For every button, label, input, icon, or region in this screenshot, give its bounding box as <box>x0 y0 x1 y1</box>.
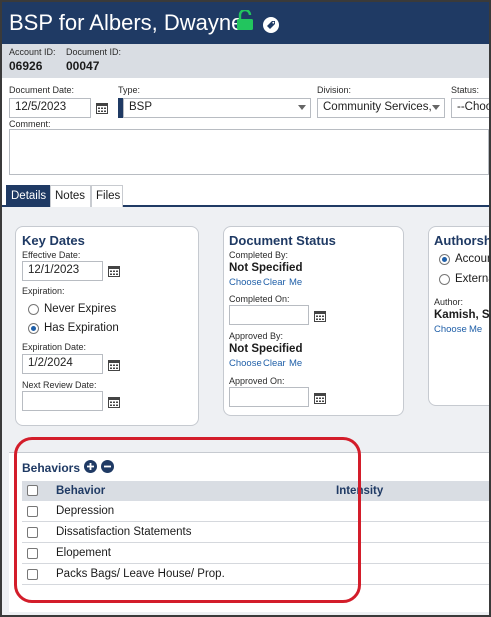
row-checkbox[interactable] <box>27 548 38 559</box>
page-title: BSP for Albers, Dwayne <box>9 10 244 35</box>
approved-on-label: Approved On: <box>229 376 285 386</box>
approved-by-label: Approved By: <box>229 331 284 341</box>
tab-details[interactable]: Details <box>6 185 50 207</box>
external-radio-label: Externa <box>455 273 491 285</box>
behavior-name: Depression <box>56 505 115 517</box>
author-value: Kamish, Sc <box>434 309 491 321</box>
completed-on-label: Completed On: <box>229 294 290 304</box>
author-me-link[interactable]: Me <box>469 324 482 335</box>
account-id-value: 06926 <box>9 59 43 73</box>
division-label: Division: <box>317 85 352 95</box>
expiration-date-field[interactable]: 1/2/2024 <box>22 354 103 374</box>
comment-textarea[interactable] <box>9 129 489 175</box>
never-expires-radio[interactable] <box>28 304 39 315</box>
completed-clear-link[interactable]: Clear <box>263 277 286 288</box>
row-checkbox[interactable] <box>27 506 38 517</box>
completed-choose-link[interactable]: Choose <box>229 277 262 288</box>
document-status-title: Document Status <box>229 233 336 248</box>
type-select[interactable]: BSP <box>123 98 311 118</box>
chevron-down-icon <box>432 105 440 110</box>
division-select[interactable]: Community Services, <box>317 98 445 118</box>
comment-label: Comment: <box>9 119 51 129</box>
calendar-icon[interactable] <box>108 359 120 371</box>
document-date-label: Document Date: <box>9 85 75 95</box>
document-id-value: 00047 <box>66 59 100 73</box>
remove-behavior-button[interactable] <box>101 460 114 473</box>
calendar-icon[interactable] <box>108 265 120 277</box>
completed-by-value: Not Specified <box>229 262 303 274</box>
effective-date-label: Effective Date: <box>22 250 81 260</box>
behaviors-section: Behaviors Behavior Intensity Depression … <box>9 452 489 612</box>
approved-clear-link[interactable]: Clear <box>263 358 286 369</box>
account-radio[interactable] <box>439 254 450 265</box>
select-all-checkbox[interactable] <box>27 485 38 496</box>
unlocked-icon[interactable] <box>236 10 254 30</box>
behavior-name: Elopement <box>56 547 111 559</box>
next-review-label: Next Review Date: <box>22 380 97 390</box>
external-radio[interactable] <box>439 274 450 285</box>
tag-icon[interactable] <box>262 16 280 34</box>
effective-date-field[interactable]: 12/1/2023 <box>22 261 103 281</box>
approved-choose-link[interactable]: Choose <box>229 358 262 369</box>
document-id-label: Document ID: <box>66 47 122 57</box>
document-date-field[interactable]: 12/5/2023 <box>9 98 91 118</box>
author-label: Author: <box>434 297 464 307</box>
id-bar: Account ID: 06926 Document ID: 00047 <box>2 44 489 78</box>
key-dates-title: Key Dates <box>22 233 85 248</box>
type-select-value: BSP <box>129 101 153 113</box>
approved-on-field[interactable] <box>229 387 309 407</box>
row-checkbox[interactable] <box>27 527 38 538</box>
calendar-icon[interactable] <box>314 310 326 322</box>
minus-icon <box>104 465 111 468</box>
table-row[interactable]: Dissatisfaction Statements <box>22 522 489 543</box>
completed-by-label: Completed By: <box>229 250 289 260</box>
has-expiration-radio[interactable] <box>28 323 39 334</box>
tab-notes[interactable]: Notes <box>50 185 91 207</box>
next-review-field[interactable] <box>22 391 103 411</box>
behavior-column-header[interactable]: Behavior <box>56 485 105 497</box>
tab-bar: Details Notes Files <box>2 185 489 207</box>
behaviors-table-header: Behavior Intensity <box>22 481 489 501</box>
account-radio-label: Accoun <box>455 253 491 265</box>
tab-files[interactable]: Files <box>91 185 123 207</box>
row-checkbox[interactable] <box>27 569 38 580</box>
app-window: BSP for Albers, Dwayne Account ID: 06926… <box>0 0 491 617</box>
calendar-icon[interactable] <box>96 102 108 114</box>
table-row[interactable]: Depression <box>22 501 489 522</box>
approved-by-value: Not Specified <box>229 343 303 355</box>
status-label: Status: <box>451 85 480 95</box>
authorship-title: Authorshi <box>434 233 491 248</box>
completed-on-field[interactable] <box>229 305 309 325</box>
document-id-block: Document ID: 00047 <box>66 47 121 73</box>
expiration-label: Expiration: <box>22 286 65 296</box>
expiration-date-label: Expiration Date: <box>22 342 87 352</box>
calendar-icon[interactable] <box>314 392 326 404</box>
plus-icon <box>87 463 94 470</box>
title-bar: BSP for Albers, Dwayne <box>2 2 489 44</box>
intensity-column-header[interactable]: Intensity <box>336 485 383 497</box>
never-expires-label: Never Expires <box>44 303 117 315</box>
behavior-name: Dissatisfaction Statements <box>56 526 192 538</box>
has-expiration-label: Has Expiration <box>44 322 119 334</box>
add-behavior-button[interactable] <box>84 460 97 473</box>
calendar-icon[interactable] <box>108 396 120 408</box>
type-label: Type: <box>118 85 141 95</box>
approved-me-link[interactable]: Me <box>289 358 302 369</box>
status-select[interactable]: --Choo <box>451 98 489 118</box>
behavior-name: Packs Bags/ Leave House/ Prop. <box>56 568 225 580</box>
account-id-label: Account ID: <box>9 47 56 57</box>
completed-me-link[interactable]: Me <box>289 277 302 288</box>
behaviors-title: Behaviors <box>22 461 81 475</box>
author-choose-link[interactable]: Choose <box>434 324 467 335</box>
table-row[interactable]: Packs Bags/ Leave House/ Prop. <box>22 564 489 585</box>
division-select-value: Community Services, <box>323 101 432 113</box>
chevron-down-icon <box>298 105 306 110</box>
account-id-block: Account ID: 06926 <box>9 47 56 73</box>
table-row[interactable]: Elopement <box>22 543 489 564</box>
